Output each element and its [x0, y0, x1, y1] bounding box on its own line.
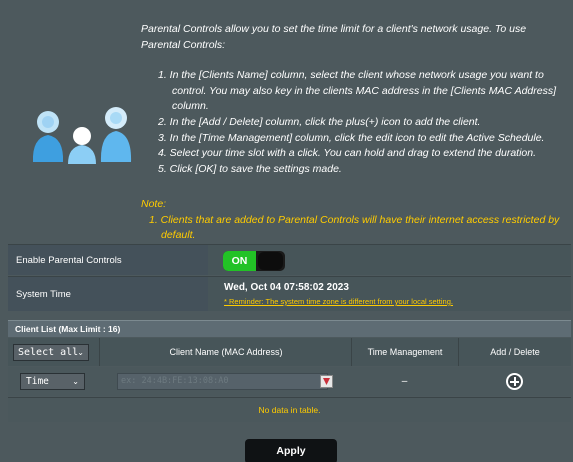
instruction-step-5: 5. Click [OK] to save the settings made. — [158, 162, 342, 175]
toggle-knob — [258, 252, 283, 270]
client-mac-input[interactable]: ex: 24:4B:FE:13:08:A0 — [117, 373, 328, 390]
column-add-delete: Add / Delete — [458, 338, 571, 366]
time-type-select[interactable]: Time ⌄ — [20, 373, 85, 390]
instruction-step-3: 3. In the [Time Management] column, clic… — [158, 131, 545, 144]
system-time-label: System Time — [8, 277, 208, 311]
intro-description: Parental Controls allow you to set the t… — [141, 22, 561, 177]
instruction-step-4: 4. Select your time slot with a click. Y… — [158, 147, 537, 160]
time-management-placeholder: – — [401, 376, 408, 387]
chevron-down-icon: ⌄ — [77, 348, 84, 357]
client-dropdown-arrow-icon[interactable] — [320, 375, 333, 388]
client-list-header: Select all ⌄ Client Name (MAC Address) T… — [8, 338, 571, 366]
instruction-step-2: 2. In the [Add / Delete] column, click t… — [158, 115, 481, 128]
system-time-value-cell: Wed, Oct 04 07:58:02 2023 * Reminder: Th… — [208, 277, 571, 311]
instruction-list: 1. In the [Clients Name] column, select … — [141, 68, 561, 177]
toggle-on-label: ON — [223, 251, 256, 271]
intro-section: Parental Controls allow you to set the t… — [0, 0, 573, 242]
note-section: Note: 1. Clients that are added to Paren… — [141, 197, 561, 244]
note-label: Note: — [141, 198, 167, 210]
no-data-message: No data in table. — [8, 397, 571, 422]
select-all-dropdown[interactable]: Select all ⌄ — [13, 344, 89, 361]
column-divider — [99, 338, 100, 366]
instruction-step-1: 1. In the [Clients Name] column, select … — [158, 69, 557, 113]
enable-parental-controls-row: Enable Parental Controls ON — [8, 244, 571, 275]
system-time-value: Wed, Oct 04 07:58:02 2023 — [224, 282, 349, 293]
chevron-down-icon: ⌄ — [72, 377, 79, 386]
timezone-reminder-link[interactable]: * Reminder: The system time zone is diff… — [224, 297, 453, 306]
add-client-plus-icon[interactable] — [506, 373, 523, 390]
select-all-value: Select all — [18, 347, 79, 358]
apply-button[interactable]: Apply — [245, 439, 337, 462]
plus-vertical — [513, 377, 516, 386]
client-input-row: Time ⌄ ex: 24:4B:FE:13:08:A0 – — [8, 367, 571, 396]
enable-parental-controls-value: ON — [208, 245, 571, 275]
enable-parental-controls-label: Enable Parental Controls — [8, 245, 208, 275]
client-list-title: Client List (Max Limit : 16) — [8, 320, 571, 337]
note-item: 1. Clients that are added to Parental Co… — [149, 213, 560, 242]
column-time-management: Time Management — [351, 338, 458, 366]
time-type-value: Time — [26, 376, 49, 387]
family-illustration-icon — [32, 107, 132, 164]
intro-paragraph: Parental Controls allow you to set the t… — [141, 23, 527, 51]
system-time-row: System Time Wed, Oct 04 07:58:02 2023 * … — [8, 276, 571, 311]
column-client-name: Client Name (MAC Address) — [169, 347, 283, 357]
parental-controls-toggle[interactable]: ON — [223, 251, 285, 271]
